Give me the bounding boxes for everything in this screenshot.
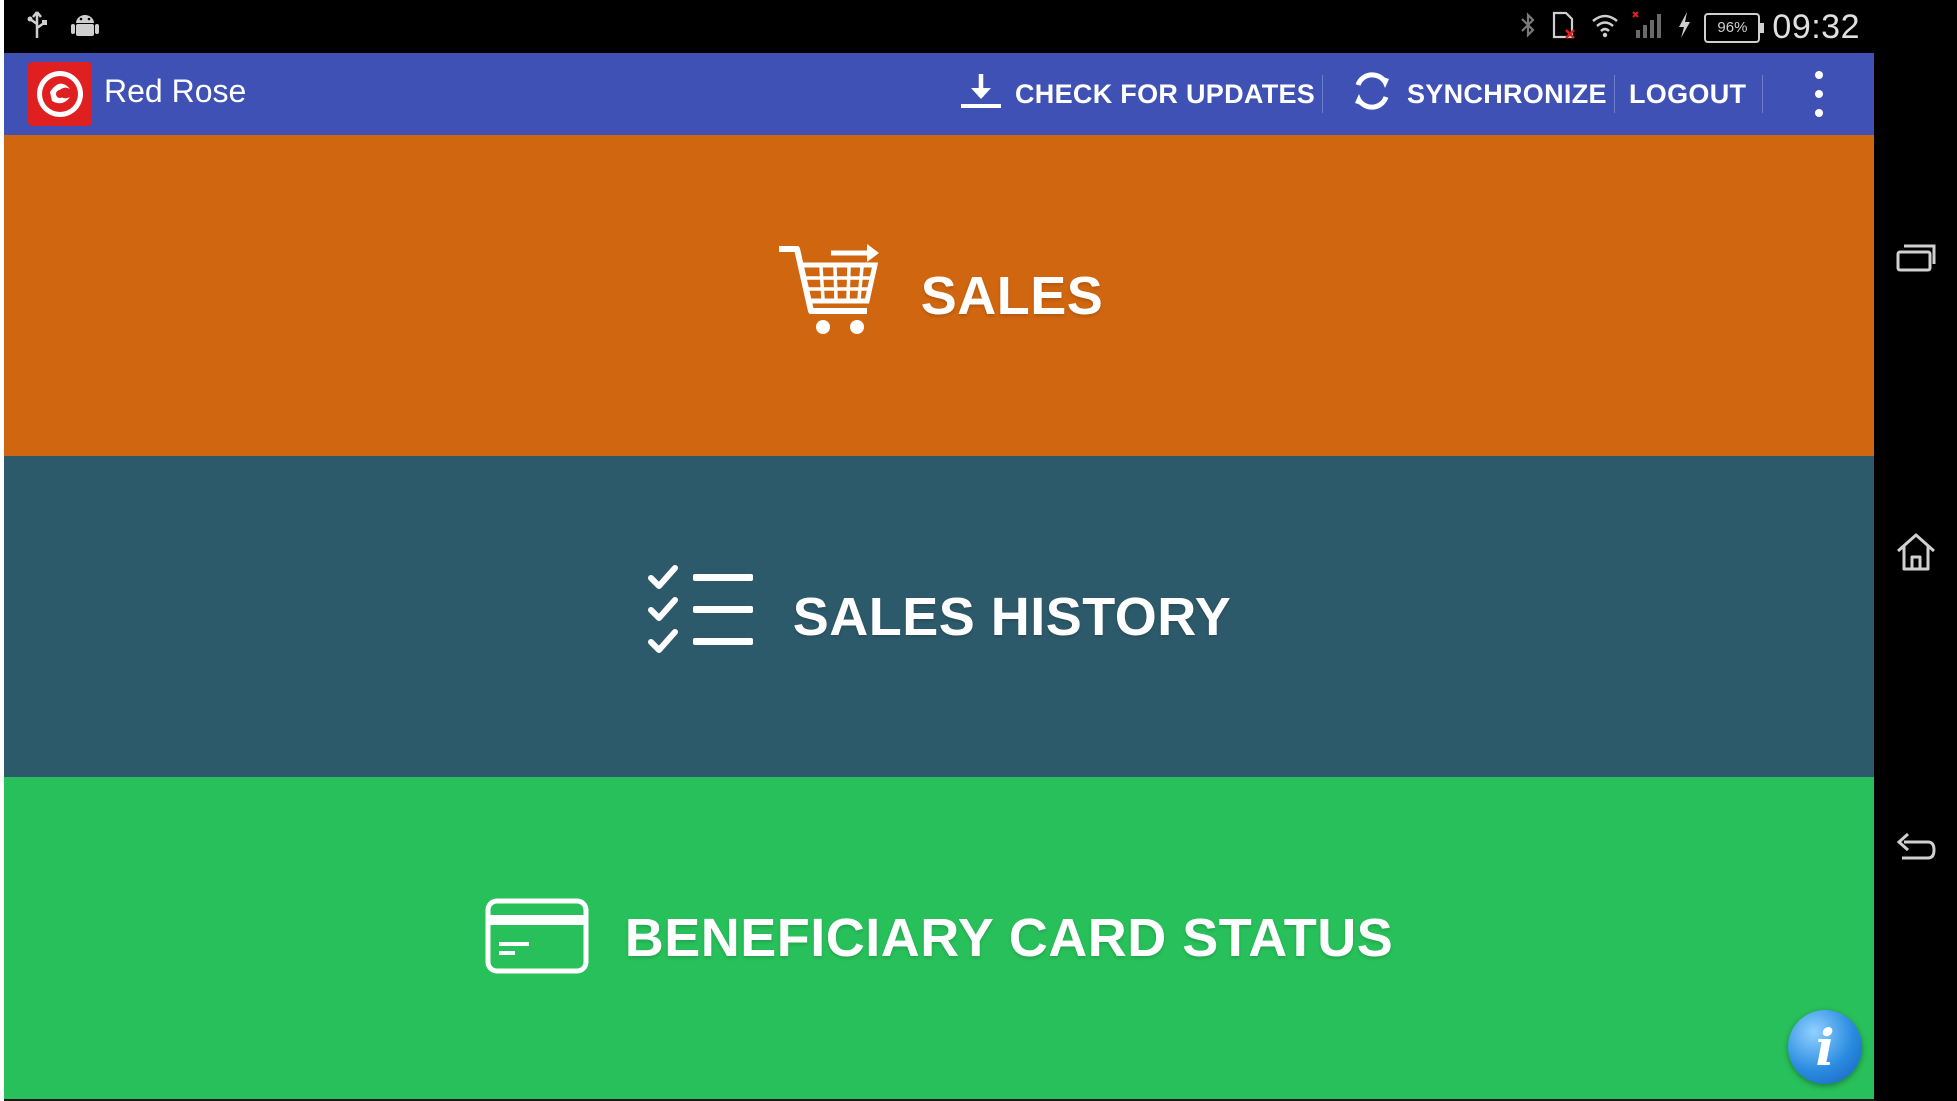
action-bar: Red Rose CHECK FOR UPDATES SYNCHRONIZE L… [4, 53, 1874, 135]
navigation-bar [1874, 0, 1957, 1101]
android-debug-icon [70, 10, 100, 45]
download-icon [959, 71, 1003, 118]
signal-icon [1632, 10, 1664, 45]
back-icon[interactable] [1890, 822, 1942, 874]
logout-button[interactable]: LOGOUT [1629, 53, 1746, 135]
sync-icon [1349, 68, 1395, 121]
sim-alert-icon [1550, 10, 1578, 45]
device-frame: 96% 09:32 Red Rose CHECK FOR UPDATES SYN… [4, 0, 1957, 1101]
divider [1322, 75, 1323, 113]
usb-icon [26, 10, 48, 45]
synchronize-button[interactable]: SYNCHRONIZE [1349, 53, 1607, 135]
sales-tile[interactable]: SALES [4, 135, 1874, 456]
checklist-icon [647, 564, 757, 669]
beneficiary-card-status-label: BENEFICIARY CARD STATUS [624, 908, 1394, 968]
synchronize-label: SYNCHRONIZE [1407, 78, 1607, 109]
sales-history-tile[interactable]: SALES HISTORY [4, 456, 1874, 777]
app-logo-icon [28, 62, 92, 126]
check-for-updates-button[interactable]: CHECK FOR UPDATES [959, 53, 1315, 135]
sales-history-label: SALES HISTORY [792, 586, 1232, 647]
home-icon[interactable] [1890, 526, 1942, 578]
bluetooth-icon [1518, 10, 1538, 45]
battery-indicator: 96% [1704, 12, 1765, 43]
check-for-updates-label: CHECK FOR UPDATES [1015, 78, 1316, 109]
credit-card-icon [485, 898, 589, 979]
status-clock: 09:32 [1772, 8, 1860, 46]
beneficiary-card-status-tile[interactable]: BENEFICIARY CARD STATUS [4, 777, 1874, 1099]
divider [1762, 75, 1763, 113]
info-button[interactable]: i [1788, 1010, 1862, 1084]
shopping-cart-icon [775, 241, 885, 350]
overflow-menu-icon[interactable] [1804, 71, 1834, 117]
divider [1614, 75, 1615, 113]
charging-icon [1676, 11, 1692, 44]
app-title: Red Rose [104, 73, 247, 109]
sales-label: SALES [920, 265, 1104, 326]
recent-apps-icon[interactable] [1890, 232, 1942, 284]
logout-label: LOGOUT [1629, 78, 1747, 109]
status-bar: 96% 09:32 [4, 0, 1874, 53]
wifi-icon [1590, 12, 1620, 43]
